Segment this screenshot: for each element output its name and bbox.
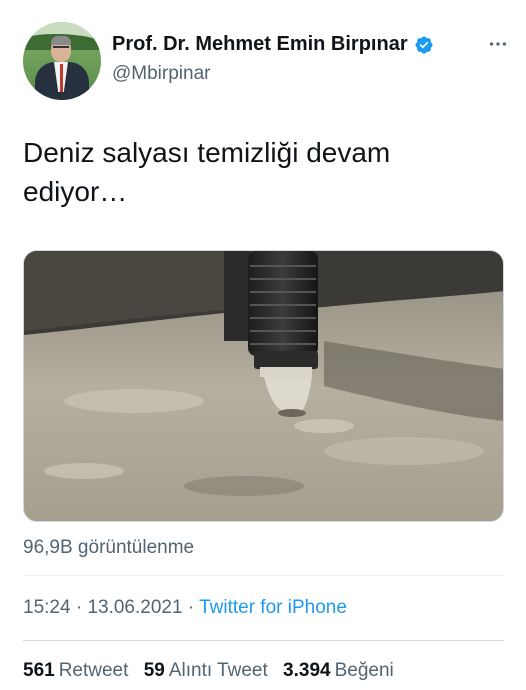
- quotes-stat[interactable]: 59 Alıntı Tweet: [144, 660, 278, 681]
- likes-stat[interactable]: 3.394 Beğeni: [283, 660, 404, 681]
- quote-label: Alıntı Tweet: [168, 660, 268, 681]
- tweet-date[interactable]: 13.06.2021: [87, 597, 182, 618]
- engagement-stats: 561 Retweet 59 Alıntı Tweet 3.394 Beğeni: [23, 660, 404, 682]
- verified-badge-icon: [415, 35, 433, 54]
- tweet-time[interactable]: 15:24: [23, 597, 71, 618]
- divider: [23, 640, 504, 641]
- meta-separator: ·: [182, 597, 200, 618]
- avatar[interactable]: [23, 22, 101, 100]
- divider: [23, 575, 504, 576]
- tweet-text: Deniz salyası temizliği devam ediyor…: [23, 137, 391, 207]
- like-label: Beğeni: [334, 660, 394, 681]
- author-handle[interactable]: @Mbirpinar: [112, 63, 210, 85]
- tweet-meta: 15:24 · 13.06.2021 · Twitter for iPhone: [23, 597, 347, 619]
- retweet-label: Retweet: [58, 660, 129, 681]
- tweet-source-link[interactable]: Twitter for iPhone: [199, 597, 347, 618]
- retweets-stat[interactable]: 561 Retweet: [23, 660, 138, 681]
- retweet-count: 561: [23, 660, 55, 681]
- author-name-row[interactable]: Prof. Dr. Mehmet Emin Birpınar: [112, 33, 434, 56]
- tweet-video[interactable]: [23, 250, 504, 522]
- author-display-name[interactable]: Prof. Dr. Mehmet Emin Birpınar: [112, 33, 408, 56]
- more-options-icon[interactable]: [484, 30, 512, 58]
- quote-count: 59: [143, 660, 165, 681]
- meta-separator: ·: [70, 597, 88, 618]
- view-count: 96,9B görüntülenme: [23, 537, 195, 558]
- video-thumbnail: [24, 251, 503, 521]
- tweet-detail: Prof. Dr. Mehmet Emin Birpınar @Mbirpina…: [0, 0, 526, 690]
- like-count: 3.394: [283, 660, 331, 681]
